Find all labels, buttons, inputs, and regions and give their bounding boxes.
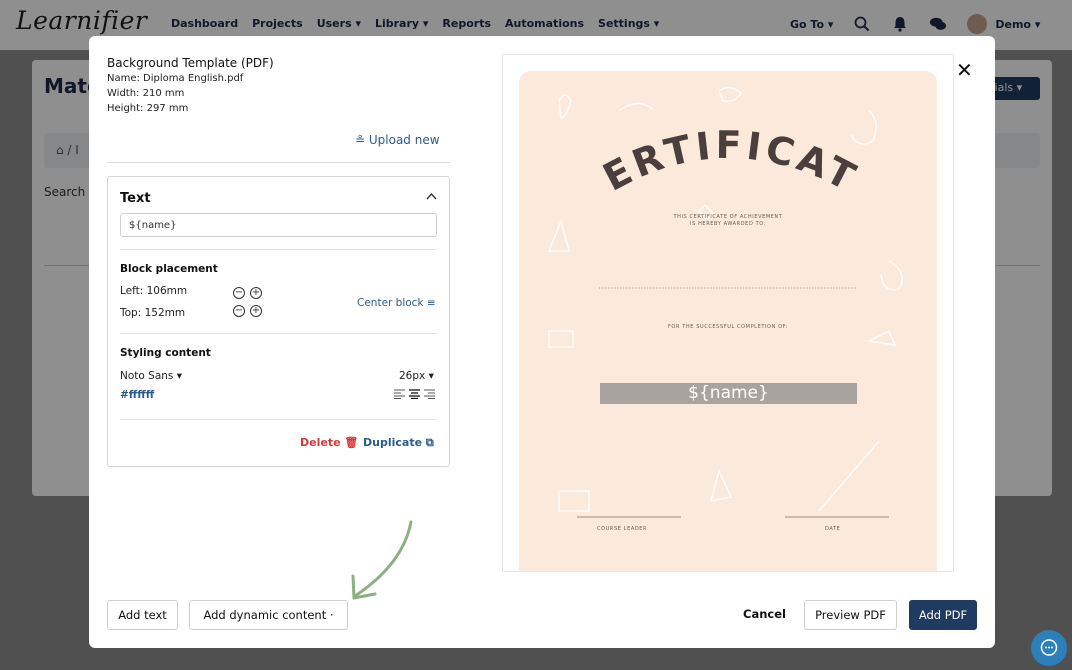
left-position: Left: 106mm	[120, 285, 188, 297]
certificate-page: CERTIFICATE THIS CERTIFICATE OF ACHIEVEM…	[519, 71, 937, 571]
upload-new-button[interactable]: ≗ Upload new	[355, 133, 440, 147]
date-label: DATE	[825, 526, 841, 532]
certificate-subtitle-1: THIS CERTIFICATE OF ACHIEVEMENT	[673, 214, 783, 220]
top-decrease-icon[interactable]: −	[233, 305, 245, 317]
certificate-heading: CERTIFICATE	[519, 71, 866, 201]
font-family-select[interactable]: Noto Sans ▾	[120, 370, 182, 382]
close-icon[interactable]: ✕	[956, 60, 973, 80]
text-align-group	[394, 389, 435, 402]
divider	[120, 419, 437, 420]
course-leader-label: COURSE LEADER	[597, 526, 648, 532]
certificate-decoration: CERTIFICATE	[519, 71, 904, 518]
divider	[120, 249, 437, 250]
text-content-input[interactable]	[120, 213, 437, 237]
pdf-template-modal: ✕ Background Template (PDF) Name: Diplom…	[89, 36, 995, 648]
certificate-completion-text: FOR THE SUCCESSFUL COMPLETION OF:	[667, 324, 789, 330]
divider	[107, 162, 450, 163]
text-block-editor: Text Block placement Left: 106mm Top: 15…	[107, 176, 450, 467]
name-text-block[interactable]: ${name}	[600, 383, 857, 404]
certificate-subtitle-2: IS HEREBY AWARDED TO:	[690, 221, 766, 227]
left-increase-icon[interactable]: +	[250, 287, 262, 299]
block-placement-label: Block placement	[120, 263, 218, 275]
template-height: Height: 297 mm	[107, 103, 189, 114]
top-increase-icon[interactable]: +	[250, 305, 262, 317]
top-position: Top: 152mm	[120, 307, 186, 319]
delete-button[interactable]: Delete 🗑	[300, 436, 358, 449]
template-name: Name: Diploma English.pdf	[107, 73, 244, 84]
arrow-annotation-icon	[351, 520, 413, 600]
preview-pdf-button[interactable]: Preview PDF	[804, 600, 897, 630]
divider	[120, 333, 437, 334]
duplicate-button[interactable]: Duplicate ⧉	[363, 436, 434, 450]
chevron-up-icon[interactable]	[426, 189, 437, 203]
font-size-select[interactable]: 26px ▾	[399, 370, 434, 382]
template-title: Background Template (PDF)	[107, 56, 274, 70]
text-block-header[interactable]: Text	[120, 191, 151, 206]
cancel-button[interactable]: Cancel	[743, 607, 786, 621]
certificate-preview[interactable]: CERTIFICATE THIS CERTIFICATE OF ACHIEVEM…	[502, 54, 954, 572]
add-pdf-button[interactable]: Add PDF	[909, 600, 977, 630]
add-text-button[interactable]: Add text	[107, 600, 178, 630]
align-center-icon[interactable]	[409, 389, 420, 402]
left-decrease-icon[interactable]: −	[233, 287, 245, 299]
styling-content-label: Styling content	[120, 347, 211, 359]
text-color-picker[interactable]: #ffffff	[120, 389, 154, 401]
add-dynamic-content-button[interactable]: Add dynamic content ·	[189, 600, 348, 630]
support-chat-button[interactable]	[1031, 630, 1067, 666]
align-right-icon[interactable]	[424, 389, 435, 402]
center-block-button[interactable]: Center block ≡	[357, 297, 436, 309]
align-left-icon[interactable]	[394, 389, 405, 402]
template-width: Width: 210 mm	[107, 88, 185, 99]
